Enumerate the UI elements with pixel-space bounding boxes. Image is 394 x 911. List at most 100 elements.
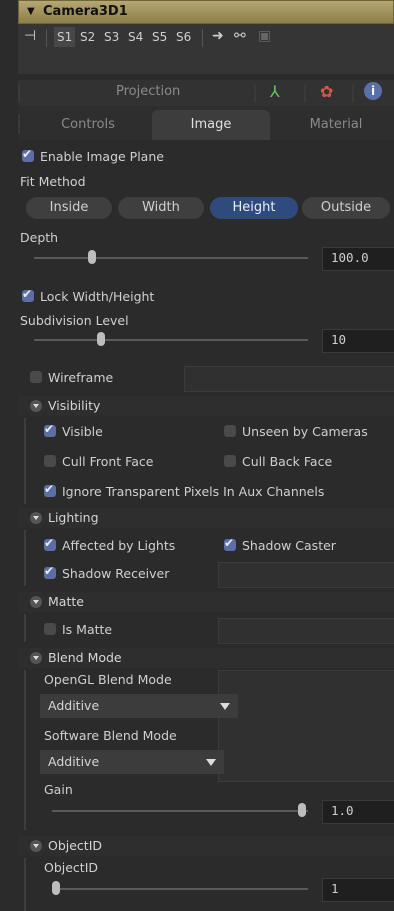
checkbox-checked-icon[interactable] bbox=[224, 536, 236, 551]
tab-projection[interactable]: Projection bbox=[116, 84, 180, 99]
gain-slider-handle[interactable] bbox=[298, 803, 306, 817]
tab-material[interactable]: Material bbox=[286, 110, 386, 140]
fit-width-button[interactable]: Width bbox=[118, 197, 204, 219]
toolbar: ⊣ S1 S2 S3 S4 S5 S6 ➜ ⚯ ▣ bbox=[18, 24, 394, 74]
cull-back-label: Cull Back Face bbox=[242, 454, 333, 469]
unseen-label: Unseen by Cameras bbox=[242, 424, 368, 439]
tab-bar: Controls Image Material bbox=[18, 106, 394, 142]
opengl-blend-mode-label: OpenGL Blend Mode bbox=[44, 672, 172, 687]
tab-image[interactable]: Image bbox=[152, 110, 270, 142]
checkbox-unchecked-icon[interactable] bbox=[44, 623, 56, 635]
lighting-header[interactable]: Lighting bbox=[18, 508, 394, 528]
cull-back-face-checkbox[interactable]: Cull Back Face bbox=[224, 454, 332, 469]
depth-slider-handle[interactable] bbox=[88, 250, 96, 264]
fit-outside-button[interactable]: Outside bbox=[302, 197, 390, 219]
checkbox-unchecked-icon[interactable] bbox=[30, 371, 42, 383]
visibility-header[interactable]: Visibility bbox=[18, 396, 394, 416]
checkbox-unchecked-icon[interactable] bbox=[44, 455, 56, 467]
projection-tab-row: Projection ⅄ ✿ i bbox=[18, 80, 394, 106]
opengl-blend-mode-dropdown[interactable]: Additive bbox=[40, 694, 238, 718]
shadow-caster-label: Shadow Caster bbox=[242, 538, 336, 553]
blend-indent-line bbox=[24, 670, 26, 830]
expand-arrow-icon[interactable] bbox=[30, 400, 42, 412]
fit-inside-button[interactable]: Inside bbox=[26, 197, 112, 219]
blend-spacer bbox=[218, 670, 394, 782]
is-matte-label: Is Matte bbox=[62, 622, 113, 637]
enable-image-plane-checkbox[interactable]: Enable Image Plane bbox=[22, 147, 164, 164]
arrow-right-icon[interactable]: ➜ bbox=[212, 28, 224, 44]
depth-value-field[interactable]: 100.0 bbox=[322, 247, 394, 271]
checkbox-unchecked-icon[interactable] bbox=[224, 455, 236, 467]
ignore-transparent-checkbox[interactable]: Ignore Transparent Pixels In Aux Channel… bbox=[44, 482, 324, 499]
settings-gear-icon[interactable]: ✿ bbox=[320, 82, 333, 101]
transform-gizmo-icon[interactable]: ⅄ bbox=[270, 82, 280, 101]
expand-arrow-icon[interactable] bbox=[30, 652, 42, 664]
objectid-slider-handle[interactable] bbox=[52, 881, 60, 895]
visibility-title: Visibility bbox=[48, 398, 101, 413]
fit-height-button[interactable]: Height bbox=[210, 197, 298, 219]
expand-arrow-icon[interactable] bbox=[30, 840, 42, 852]
wand-icon[interactable]: ⚯ bbox=[234, 28, 246, 44]
depth-label: Depth bbox=[20, 230, 59, 245]
gain-slider-track[interactable] bbox=[52, 810, 308, 812]
objectid-indent-line bbox=[24, 858, 26, 911]
slot-s4[interactable]: S4 bbox=[128, 27, 143, 47]
slot-s2[interactable]: S2 bbox=[80, 27, 95, 47]
monitor-icon[interactable]: ▣ bbox=[258, 28, 271, 44]
visible-checkbox[interactable]: Visible bbox=[44, 422, 103, 439]
dropdown-arrow-icon bbox=[220, 703, 230, 710]
fit-method-label: Fit Method bbox=[20, 174, 86, 189]
affected-by-lights-checkbox[interactable]: Affected by Lights bbox=[44, 536, 176, 553]
expand-arrow-icon[interactable] bbox=[30, 596, 42, 608]
lock-width-height-checkbox[interactable]: Lock Width/Height bbox=[22, 287, 154, 304]
unseen-by-cameras-checkbox[interactable]: Unseen by Cameras bbox=[224, 424, 368, 439]
matte-indent-line bbox=[24, 614, 26, 642]
checkbox-checked-icon[interactable] bbox=[22, 147, 34, 162]
slot-s6[interactable]: S6 bbox=[176, 27, 191, 47]
objectid-header[interactable]: ObjectID bbox=[18, 836, 394, 856]
shadow-caster-checkbox[interactable]: Shadow Caster bbox=[224, 536, 336, 553]
cull-front-face-checkbox[interactable]: Cull Front Face bbox=[44, 454, 153, 469]
visible-label: Visible bbox=[62, 424, 103, 439]
slot-s1[interactable]: S1 bbox=[54, 27, 76, 47]
objectid-value-field[interactable]: 1 bbox=[322, 878, 394, 902]
subdivision-slider-track[interactable] bbox=[34, 339, 308, 341]
cull-front-label: Cull Front Face bbox=[62, 454, 154, 469]
wireframe-checkbox[interactable]: Wireframe bbox=[30, 370, 113, 385]
shadow-receiver-checkbox[interactable]: Shadow Receiver bbox=[44, 564, 169, 581]
tool-header[interactable]: ▼ Camera3D1 bbox=[18, 0, 394, 24]
affected-label: Affected by Lights bbox=[62, 538, 176, 553]
dropdown-arrow-icon bbox=[206, 759, 216, 766]
toolbar-divider bbox=[46, 29, 47, 47]
shadow-receiver-spacer bbox=[218, 562, 394, 588]
software-blend-mode-dropdown[interactable]: Additive bbox=[40, 750, 224, 774]
matte-header[interactable]: Matte bbox=[18, 592, 394, 612]
software-blend-mode-value: Additive bbox=[48, 754, 100, 769]
subdivision-value-field[interactable]: 10 bbox=[322, 329, 394, 353]
subdivision-slider-handle[interactable] bbox=[97, 332, 105, 346]
checkbox-checked-icon[interactable] bbox=[44, 422, 56, 437]
tab-controls[interactable]: Controls bbox=[38, 110, 138, 140]
expand-arrow-icon[interactable] bbox=[30, 512, 42, 524]
checkbox-unchecked-icon[interactable] bbox=[224, 425, 236, 437]
checkbox-checked-icon[interactable] bbox=[44, 564, 56, 579]
software-blend-mode-label: Software Blend Mode bbox=[44, 728, 177, 743]
enable-image-plane-label: Enable Image Plane bbox=[40, 149, 164, 164]
objectid-slider-track[interactable] bbox=[52, 888, 308, 890]
gain-value-field[interactable]: 1.0 bbox=[322, 800, 394, 824]
collapse-triangle-icon[interactable]: ▼ bbox=[27, 6, 35, 17]
objectid-title: ObjectID bbox=[48, 838, 103, 853]
checkbox-checked-icon[interactable] bbox=[44, 536, 56, 551]
lighting-title: Lighting bbox=[48, 510, 99, 525]
depth-slider-track[interactable] bbox=[34, 257, 308, 259]
blend-mode-header[interactable]: Blend Mode bbox=[18, 648, 394, 668]
is-matte-checkbox[interactable]: Is Matte bbox=[44, 622, 112, 637]
lighting-indent-line bbox=[24, 530, 26, 586]
info-icon[interactable]: i bbox=[364, 82, 382, 100]
pin-icon[interactable]: ⊣ bbox=[24, 28, 36, 44]
toolbar-divider bbox=[202, 29, 203, 47]
checkbox-checked-icon[interactable] bbox=[22, 287, 34, 302]
checkbox-checked-icon[interactable] bbox=[44, 482, 56, 497]
slot-s3[interactable]: S3 bbox=[104, 27, 119, 47]
slot-s5[interactable]: S5 bbox=[152, 27, 167, 47]
